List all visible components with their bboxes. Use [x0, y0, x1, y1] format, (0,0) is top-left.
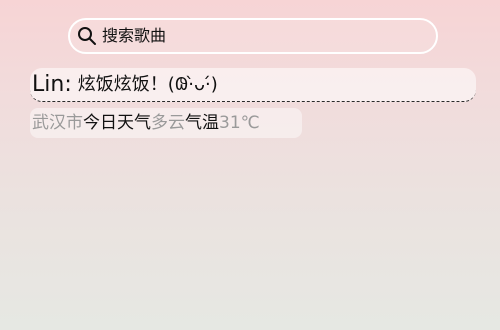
search-label[interactable]: 搜索歌曲	[102, 28, 166, 44]
chat-message-line: Lin : 炫饭炫饭！(𐐘·̀ᴗ·́)	[30, 68, 476, 102]
chat-username: Lin	[32, 71, 65, 97]
weather-city: 武汉市	[32, 112, 83, 133]
weather-temp-label: 气温	[185, 112, 219, 133]
chat-colon: :	[64, 71, 72, 97]
search-bar[interactable]: 搜索歌曲	[68, 18, 438, 54]
weather-condition: 多云	[151, 112, 185, 133]
weather-temperature: 31℃	[219, 112, 260, 133]
weather-today-label: 今日天气	[83, 112, 151, 133]
chat-message-text: 炫饭炫饭！(𐐘·̀ᴗ·́)	[77, 73, 218, 95]
weather-line: 武汉市 今日天气 多云 气温 31℃	[30, 108, 302, 138]
search-icon[interactable]	[76, 25, 98, 47]
